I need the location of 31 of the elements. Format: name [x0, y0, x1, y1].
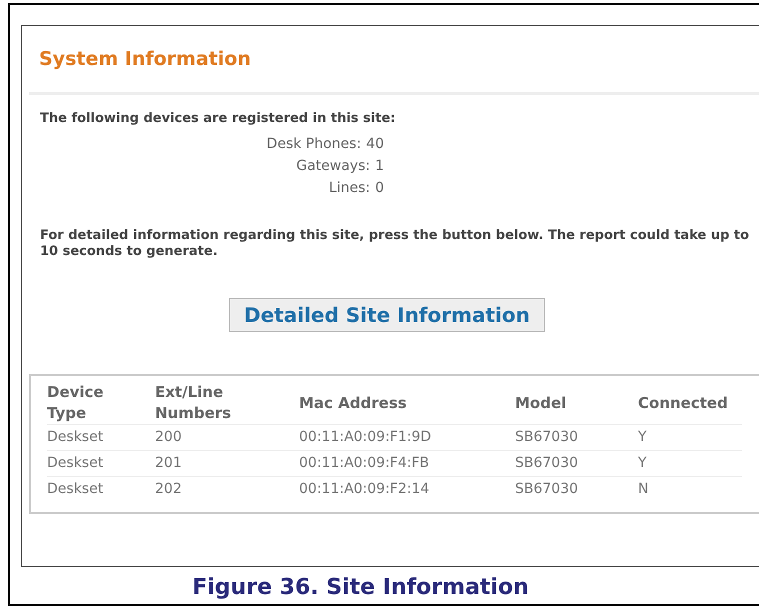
table-cell: 00:11:A0:09:F1:9D [299, 424, 515, 450]
table-cell: Y [638, 450, 742, 476]
table-cell: 201 [155, 450, 299, 476]
table-cell: 202 [155, 476, 299, 502]
table-cell: 00:11:A0:09:F4:FB [299, 450, 515, 476]
section-title: System Information [39, 48, 251, 70]
count-label: Lines: [328, 180, 370, 196]
column-header: Device Type [47, 382, 155, 424]
count-label: Gateways: [296, 158, 370, 174]
table-cell: Deskset [47, 424, 155, 450]
count-value: 1 [375, 158, 384, 174]
column-header: Mac Address [299, 382, 515, 424]
table-cell: SB67030 [515, 450, 638, 476]
count-label: Desk Phones: [266, 136, 362, 152]
column-header: Model [515, 382, 638, 424]
note-text: For detailed information regarding this site, press the button below. The report could take up to 10 seconds to generate. [40, 228, 750, 260]
table-cell: Deskset [47, 476, 155, 502]
column-header: Connected [638, 382, 742, 424]
figure-caption: Figure 36. Site Information [191, 575, 530, 600]
table-cell: N [638, 476, 742, 502]
table-cell: Deskset [47, 450, 155, 476]
count-value: 0 [375, 180, 384, 196]
table-cell: SB67030 [515, 424, 638, 450]
table-cell: 00:11:A0:09:F2:14 [299, 476, 515, 502]
table-cell: Y [638, 424, 742, 450]
table-cell: SB67030 [515, 476, 638, 502]
count-value: 40 [366, 136, 384, 152]
table-cell: 200 [155, 424, 299, 450]
intro-text: The following devices are registered in this site: [40, 111, 396, 126]
detailed-info-button[interactable]: Detailed Site Information [229, 298, 545, 332]
column-header: Ext/Line Numbers [155, 382, 299, 424]
